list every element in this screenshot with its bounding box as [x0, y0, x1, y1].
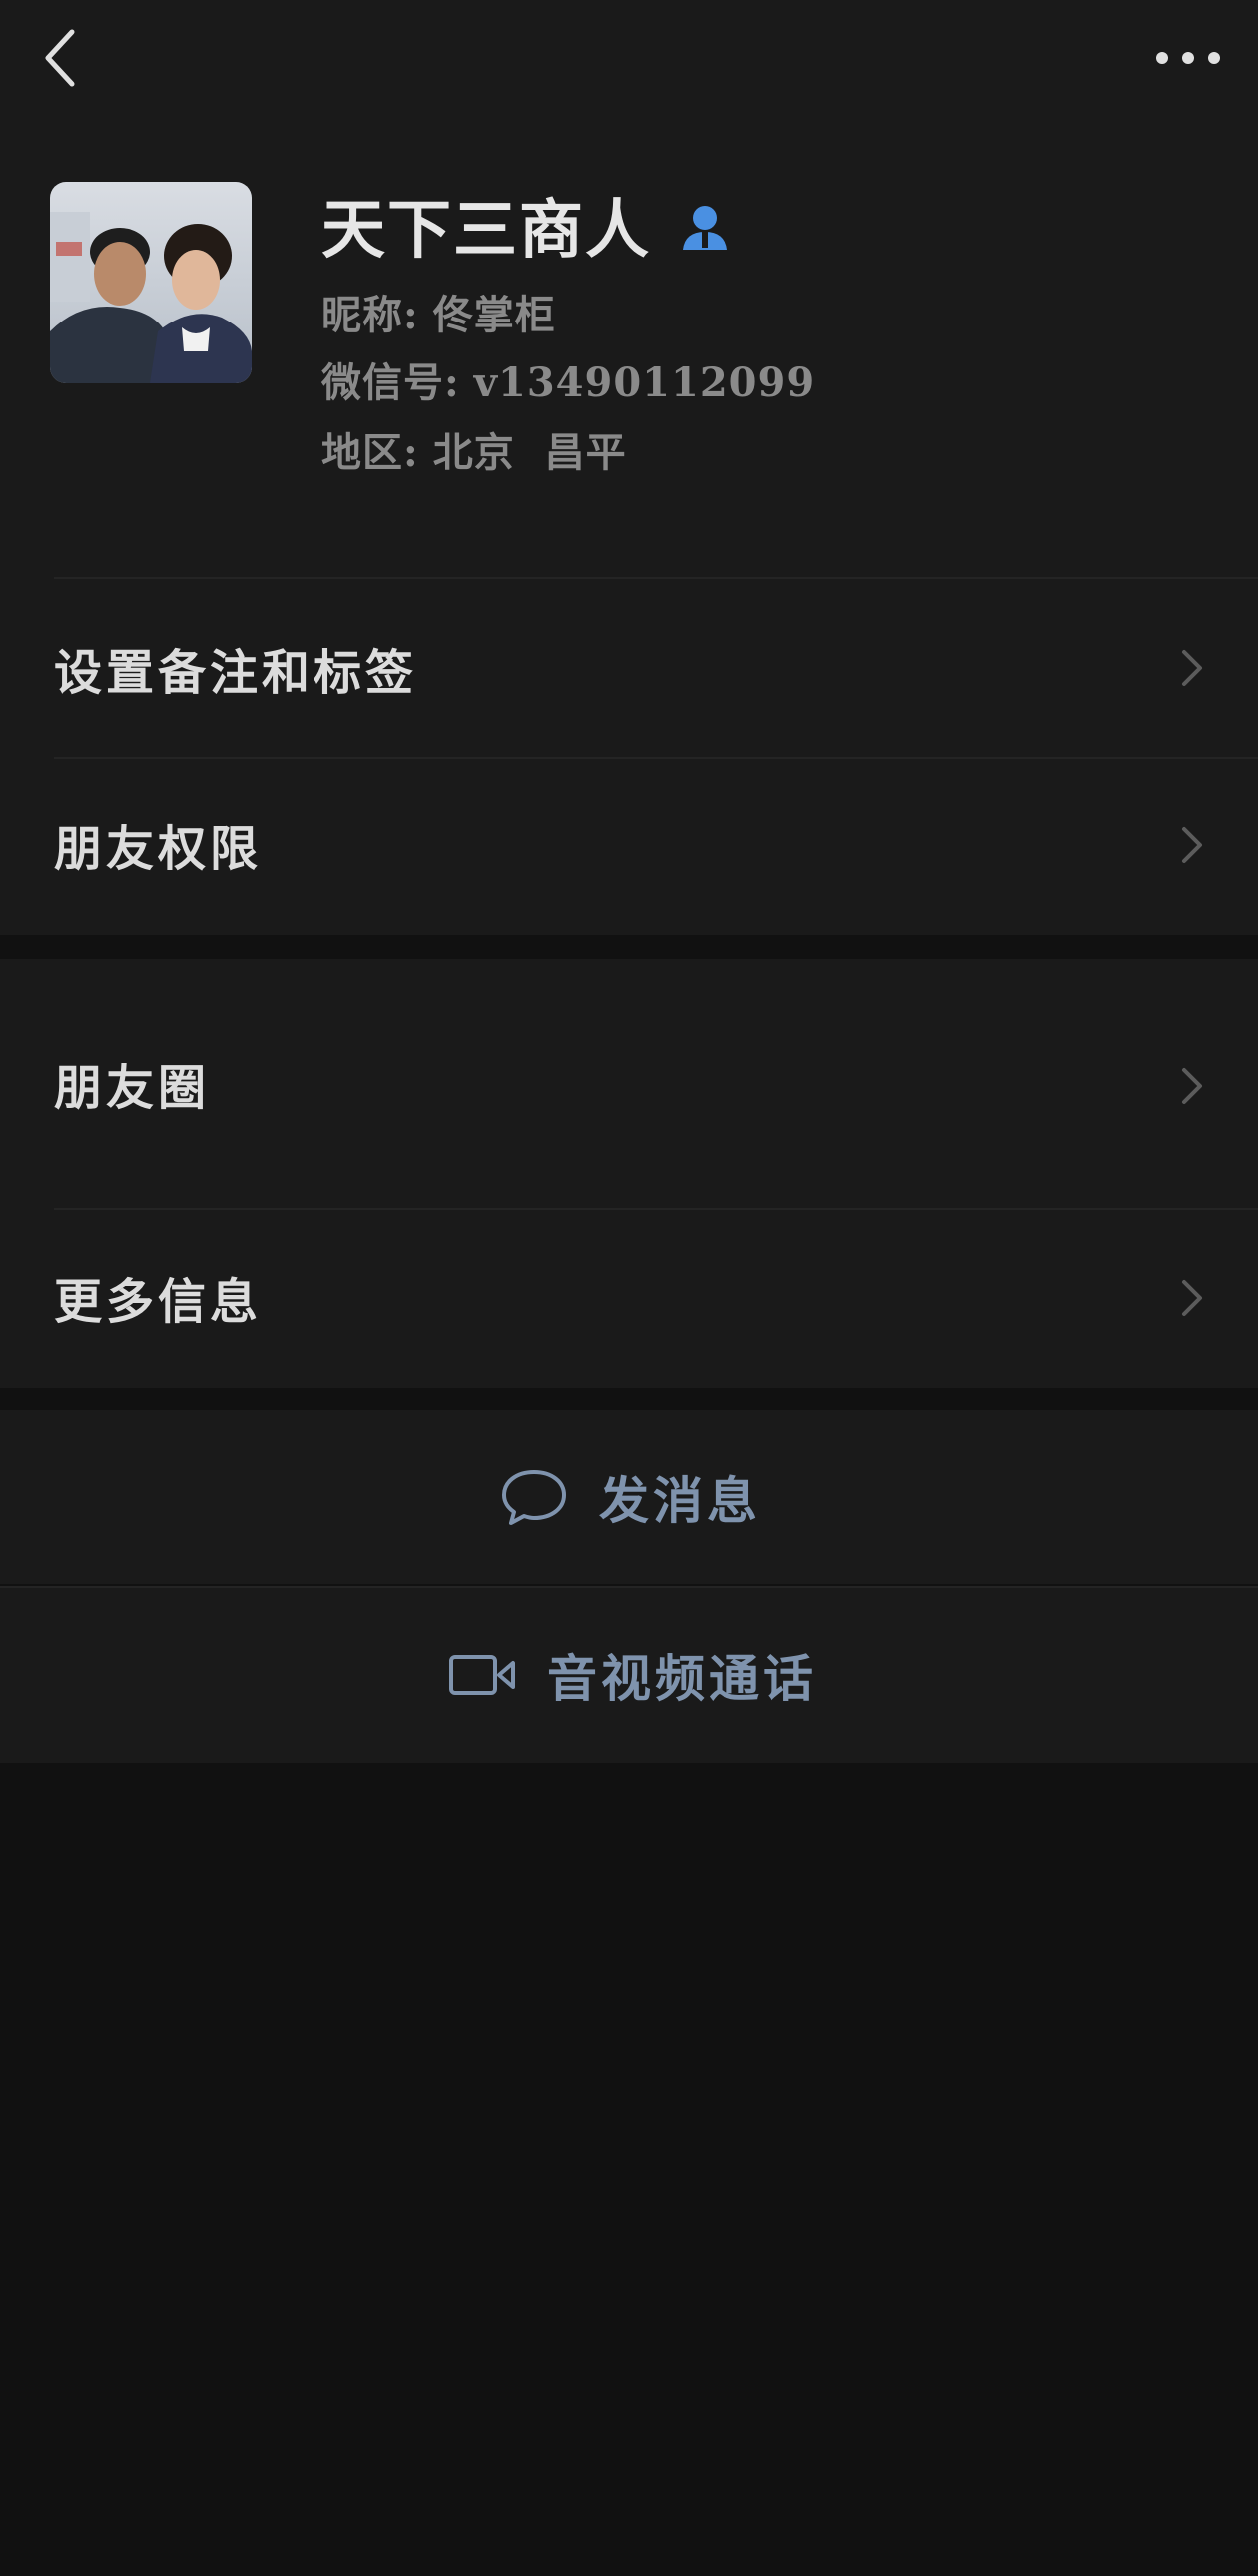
region-value: 北京 昌平	[432, 429, 627, 476]
display-name: 天下三商人	[321, 193, 651, 268]
chevron-right-icon	[1182, 1280, 1202, 1316]
row-label: 更多信息	[54, 1274, 263, 1330]
row-label: 设置备注和标签	[54, 645, 418, 701]
nickname-label: 昵称:	[321, 292, 419, 338]
region-label: 地区:	[321, 429, 419, 476]
user-badge-icon	[679, 200, 731, 256]
nickname-value: 佟掌柜	[432, 292, 556, 338]
row-moments[interactable]: 朋友圈	[0, 959, 1258, 1208]
send-message-button[interactable]: 发消息	[0, 1410, 1258, 1584]
profile-header: 天下三商人 昵称: 佟掌柜 微信号: v13490112099 地区: 北京 昌平	[0, 120, 1258, 579]
row-more-info[interactable]: 更多信息	[0, 1210, 1258, 1388]
video-call-content: 音视频通话	[447, 1588, 817, 1763]
nickname-line: 昵称: 佟掌柜	[321, 288, 556, 343]
avatar[interactable]	[50, 182, 252, 383]
wechat-id-value[interactable]: v13490112099	[474, 359, 815, 406]
chat-bubble-icon	[502, 1470, 566, 1525]
top-bar	[0, 0, 1258, 120]
video-call-label: 音视频通话	[547, 1649, 817, 1708]
chevron-right-icon	[1182, 827, 1202, 863]
row-remarks-tags[interactable]: 设置备注和标签	[0, 579, 1258, 757]
region-line: 地区: 北京 昌平	[321, 425, 627, 481]
back-button[interactable]	[30, 22, 94, 94]
wechat-id-line: 微信号: v13490112099	[321, 355, 815, 411]
more-dots-icon	[1156, 52, 1220, 64]
more-options-button[interactable]	[1146, 30, 1230, 86]
menu-group-remarks: 设置备注和标签 朋友权限	[0, 579, 1258, 935]
send-message-content: 发消息	[499, 1410, 761, 1584]
chevron-right-icon	[1182, 1068, 1202, 1104]
wechat-id-label: 微信号:	[321, 359, 460, 406]
contact-profile-page: 天下三商人 昵称: 佟掌柜 微信号: v13490112099 地区: 北京 昌平 设…	[0, 0, 1258, 2576]
send-message-label: 发消息	[599, 1471, 761, 1530]
row-friend-permissions[interactable]: 朋友权限	[0, 759, 1258, 935]
chevron-left-icon	[45, 29, 75, 87]
row-label: 朋友圈	[54, 1060, 211, 1116]
video-call-button[interactable]: 音视频通话	[0, 1588, 1258, 1763]
row-label: 朋友权限	[54, 821, 263, 877]
chevron-right-icon	[1182, 650, 1202, 686]
video-camera-icon	[449, 1655, 515, 1695]
menu-group-moments: 朋友圈 更多信息	[0, 959, 1258, 1388]
